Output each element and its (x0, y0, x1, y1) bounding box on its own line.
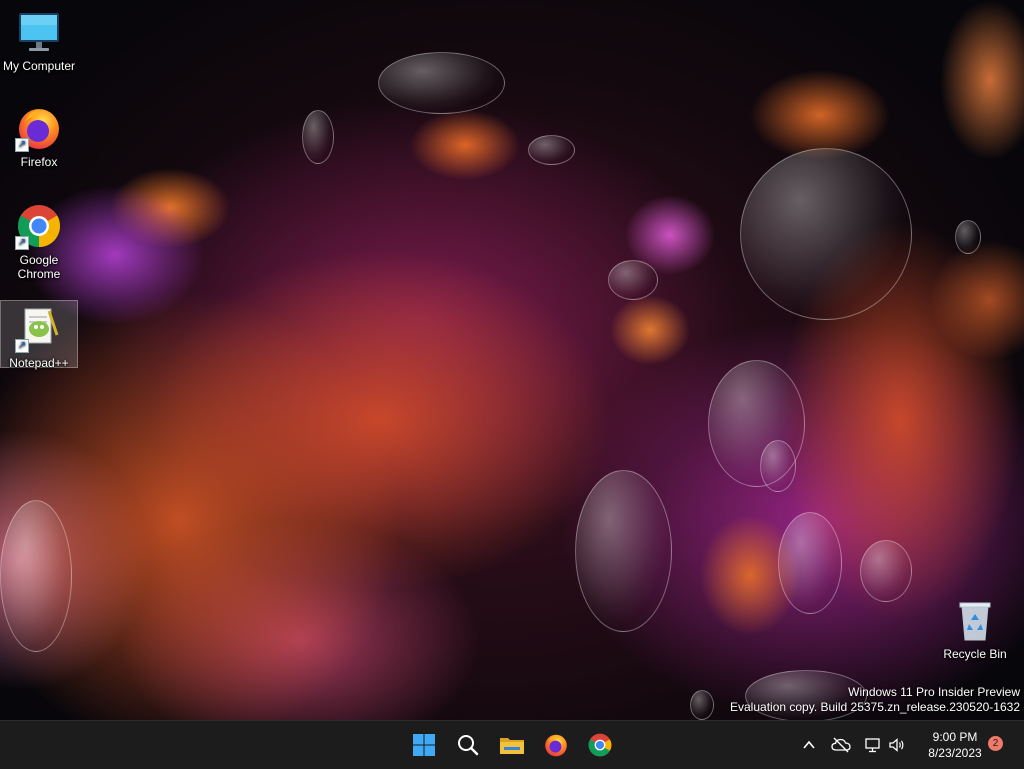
taskbar-firefox-button[interactable] (536, 725, 576, 765)
system-clock[interactable]: 9:00 PM 8/23/2023 (918, 729, 992, 761)
search-button[interactable] (448, 725, 488, 765)
firefox-icon: ↗ (15, 104, 63, 152)
desktop-icon-label: Recycle Bin (943, 647, 1007, 661)
taskbar: 9:00 PM 8/23/2023 (0, 720, 1024, 769)
wallpaper-bubble (760, 440, 796, 492)
chrome-icon (588, 733, 612, 757)
watermark-edition: Windows 11 Pro Insider Preview (848, 685, 1020, 699)
search-icon (458, 735, 479, 756)
wallpaper-bubble (740, 148, 912, 320)
wallpaper-bubble (302, 110, 334, 164)
onedrive-status-button[interactable] (828, 733, 854, 757)
wallpaper-bubble (690, 690, 714, 720)
start-button[interactable] (404, 725, 444, 765)
volume-icon (889, 738, 904, 752)
clock-time: 9:00 PM (932, 730, 978, 744)
monitor-icon (15, 8, 63, 56)
desktop-wallpaper[interactable]: My Computer ↗ Firefox ↗ Google Chrome ↗ … (0, 0, 1024, 720)
wallpaper-bubble (608, 260, 658, 300)
notification-badge[interactable]: 2 (988, 736, 1003, 751)
desktop-icon-google-chrome[interactable]: ↗ Google Chrome (1, 202, 77, 281)
shortcut-arrow-icon: ↗ (15, 236, 29, 250)
wallpaper-bubble (955, 220, 981, 254)
desktop-icon-label: Notepad++ (9, 356, 69, 370)
clock-date: 8/23/2023 (928, 746, 982, 760)
show-hidden-icons-button[interactable] (798, 733, 820, 757)
desktop-icon-my-computer[interactable]: My Computer (1, 8, 77, 73)
windows-start-icon (413, 734, 435, 756)
taskbar-chrome-button[interactable] (580, 725, 620, 765)
chrome-icon: ↗ (15, 202, 63, 250)
shortcut-arrow-icon: ↗ (15, 138, 29, 152)
desktop-icon-label: Firefox (20, 155, 58, 169)
watermark-build: Evaluation copy. Build 25375.zn_release.… (730, 700, 1020, 714)
wallpaper-bubble (378, 52, 505, 114)
notepad-plus-plus-icon: ↗ (15, 305, 63, 353)
desktop-icon-recycle-bin[interactable]: Recycle Bin (937, 596, 1013, 661)
wallpaper-bubble (860, 540, 912, 602)
desktop-icon-firefox[interactable]: ↗ Firefox (1, 104, 77, 169)
wallpaper-bubble (575, 470, 672, 632)
recycle-bin-icon (951, 596, 999, 644)
wallpaper-bubble (528, 135, 575, 165)
network-icon (865, 738, 880, 753)
volume-button[interactable] (886, 733, 908, 757)
file-explorer-icon (500, 738, 524, 754)
cloud-offline-icon (831, 737, 851, 753)
network-status-button[interactable] (862, 733, 884, 757)
file-explorer-button[interactable] (492, 725, 532, 765)
wallpaper-bubble (0, 500, 72, 652)
chevron-up-icon (803, 740, 815, 749)
shortcut-arrow-icon: ↗ (15, 339, 29, 353)
windows-evaluation-watermark: Windows 11 Pro Insider Preview Evaluatio… (730, 685, 1020, 715)
desktop-icon-notepad-plus-plus[interactable]: ↗ Notepad++ (0, 300, 78, 370)
wallpaper-bubble (778, 512, 842, 614)
firefox-icon (545, 734, 567, 757)
desktop-icon-label: My Computer (2, 59, 76, 73)
desktop-icon-label: Google Chrome (17, 253, 61, 281)
